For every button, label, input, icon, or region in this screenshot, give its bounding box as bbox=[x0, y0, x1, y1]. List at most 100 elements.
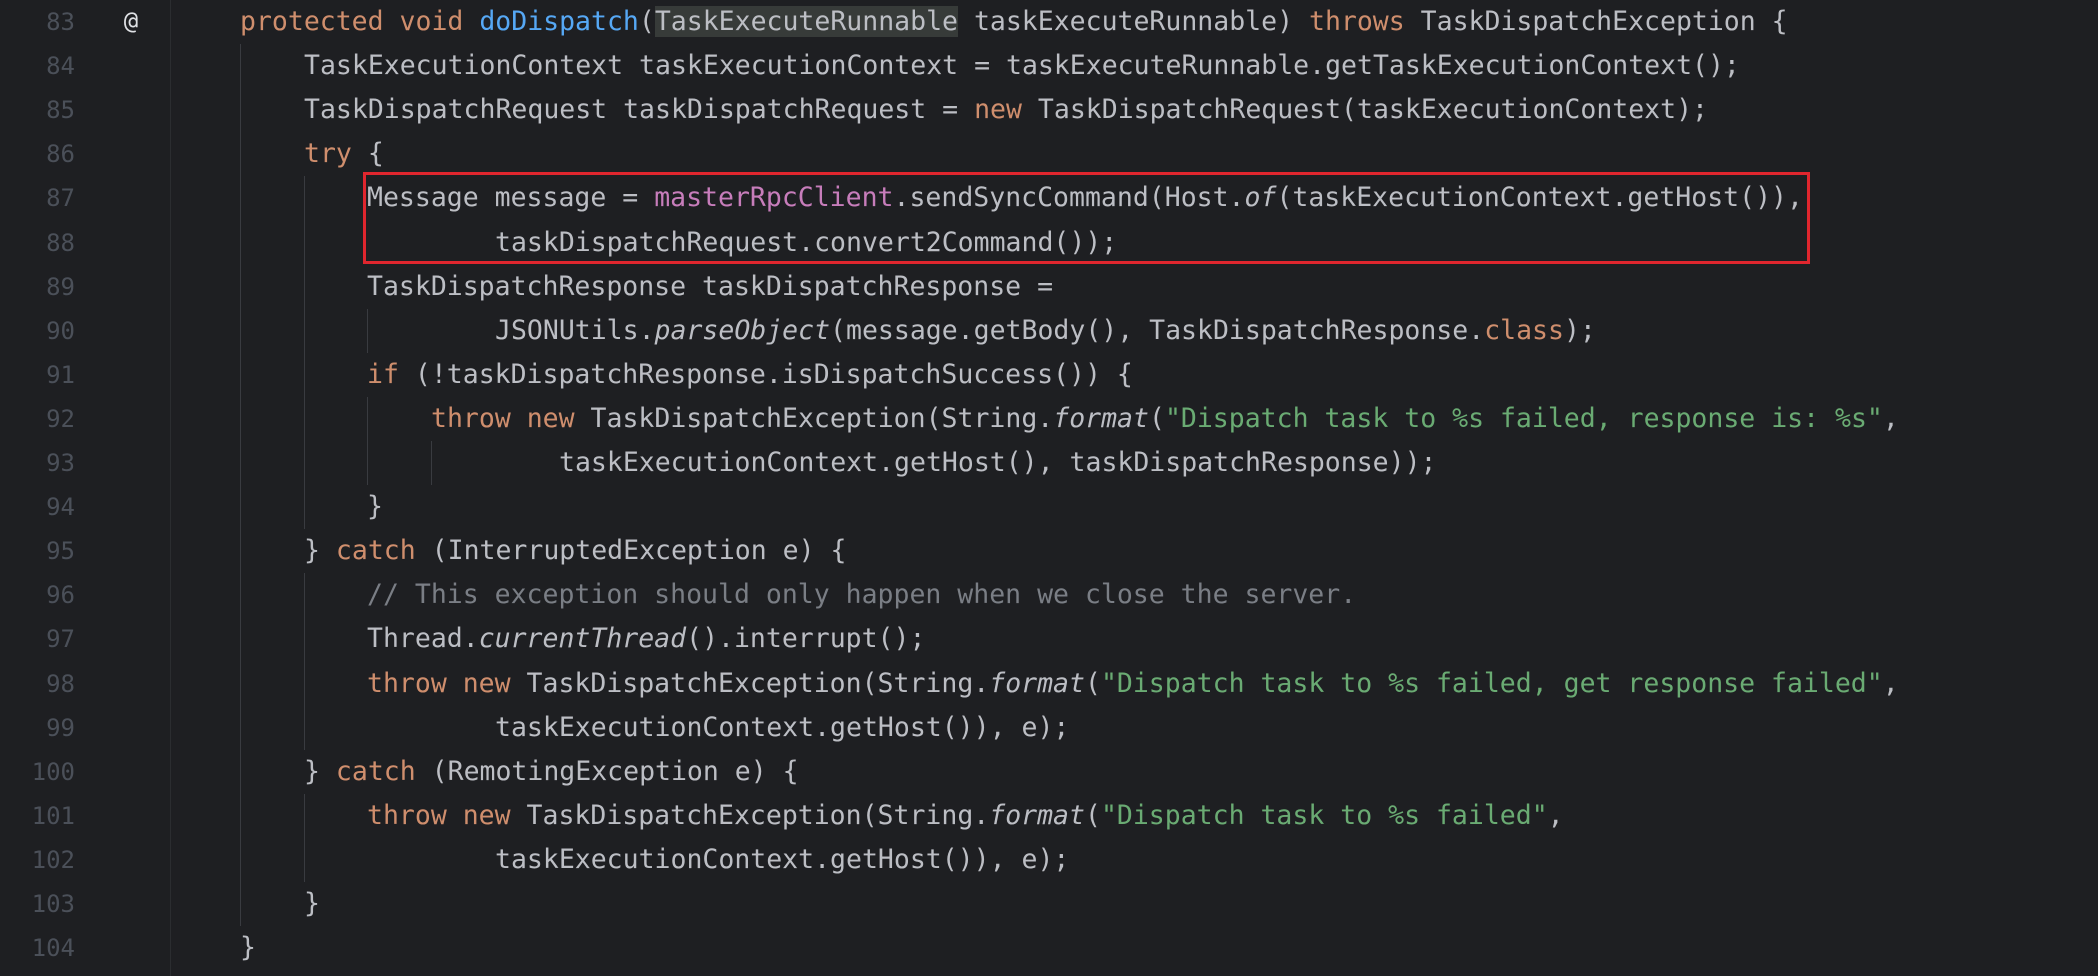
code-token: catch bbox=[335, 755, 432, 787]
code-token: TaskDispatchException(String. bbox=[590, 402, 1054, 434]
code-line[interactable]: throw new TaskDispatchException(String.f… bbox=[367, 662, 1899, 706]
code-token: taskExecutionContext.getHost()), e); bbox=[495, 711, 1070, 743]
code-token: class bbox=[1484, 314, 1564, 346]
code-token: } bbox=[367, 491, 383, 523]
code-token: format bbox=[989, 667, 1085, 699]
code-token: doDispatch bbox=[479, 6, 639, 37]
code-line[interactable]: } catch (RemotingException e) { bbox=[304, 750, 799, 794]
code-token: format bbox=[989, 799, 1085, 831]
indent-guide-line bbox=[304, 573, 305, 750]
code-line[interactable]: throw new TaskDispatchException(String.f… bbox=[367, 794, 1564, 838]
code-line[interactable]: TaskDispatchResponse taskDispatchRespons… bbox=[367, 265, 1053, 309]
code-line[interactable]: taskExecutionContext.getHost()), e); bbox=[495, 838, 1069, 882]
code-line[interactable]: if (!taskDispatchResponse.isDispatchSucc… bbox=[367, 353, 1133, 397]
line-number[interactable]: 103 bbox=[0, 882, 75, 926]
code-token: throw new bbox=[431, 402, 591, 434]
code-token: // This exception should only happen whe… bbox=[367, 579, 1357, 611]
code-token: } bbox=[304, 755, 336, 787]
line-number[interactable]: 104 bbox=[0, 926, 75, 970]
code-token: TaskDispatchException(String. bbox=[526, 667, 990, 699]
code-line[interactable]: } bbox=[367, 485, 383, 529]
code-token: { bbox=[367, 138, 384, 170]
code-token: taskExecutionContext.getHost(), taskDisp… bbox=[559, 447, 1437, 478]
code-line[interactable]: throw new TaskDispatchException(String.f… bbox=[431, 397, 1899, 441]
line-number[interactable]: 101 bbox=[0, 794, 75, 838]
line-number[interactable]: 89 bbox=[0, 265, 75, 309]
code-token: "Dispatch task to %s failed" bbox=[1100, 799, 1548, 831]
code-token: protected void bbox=[240, 6, 480, 37]
code-token: TaskDispatchRequest taskDispatchRequest … bbox=[304, 94, 975, 126]
line-number[interactable]: 83 bbox=[0, 0, 75, 44]
code-token: "Dispatch task to %s failed, response is… bbox=[1164, 402, 1883, 434]
line-number[interactable]: 96 bbox=[0, 573, 75, 617]
line-number[interactable]: 85 bbox=[0, 88, 75, 132]
code-token: } bbox=[240, 932, 256, 964]
code-token: TaskExecuteRunnable bbox=[654, 6, 958, 37]
line-number[interactable]: 97 bbox=[0, 617, 75, 661]
code-token: TaskDispatchException { bbox=[1420, 6, 1788, 37]
code-token: throw new bbox=[367, 667, 527, 699]
code-line[interactable]: } bbox=[240, 926, 256, 970]
line-number[interactable]: 94 bbox=[0, 485, 75, 529]
code-token: format bbox=[1053, 402, 1149, 434]
code-line[interactable]: TaskExecutionContext taskExecutionContex… bbox=[304, 44, 1740, 88]
code-line[interactable]: } catch (InterruptedException e) { bbox=[304, 529, 846, 573]
highlight-annotation-box bbox=[363, 172, 1810, 264]
code-token: ().interrupt(); bbox=[686, 623, 926, 655]
line-number[interactable]: 84 bbox=[0, 44, 75, 88]
code-line[interactable]: JSONUtils.parseObject(message.getBody(),… bbox=[495, 309, 1596, 353]
line-number[interactable]: 87 bbox=[0, 176, 75, 220]
code-line[interactable]: taskExecutionContext.getHost(), taskDisp… bbox=[559, 441, 1437, 485]
code-line[interactable]: Thread.currentThread().interrupt(); bbox=[367, 617, 925, 661]
line-number[interactable]: 102 bbox=[0, 838, 75, 882]
line-number[interactable]: 88 bbox=[0, 221, 75, 265]
line-number[interactable]: 100 bbox=[0, 750, 75, 794]
code-editor[interactable]: 83 @84 85 86 87 88 89 90 91 92 93 94 95 96 97 98 99 100 10… bbox=[0, 0, 2098, 976]
indent-guide-line bbox=[431, 441, 432, 486]
code-token: TaskDispatchRequest(taskExecutionContext… bbox=[1037, 94, 1709, 126]
indent-guide-line bbox=[304, 793, 305, 882]
code-token: catch bbox=[335, 535, 432, 567]
code-token: try bbox=[304, 138, 368, 170]
code-token: ( bbox=[1084, 667, 1101, 699]
indent-guide-line bbox=[240, 44, 241, 927]
code-line[interactable]: taskExecutionContext.getHost()), e); bbox=[495, 706, 1069, 750]
code-token: JSONUtils. bbox=[495, 314, 655, 346]
line-number[interactable]: 95 bbox=[0, 529, 75, 573]
code-token: } bbox=[304, 888, 320, 919]
code-token: ( bbox=[1084, 799, 1101, 831]
code-token: ( bbox=[1148, 402, 1165, 434]
code-line[interactable]: } bbox=[304, 882, 320, 926]
line-number[interactable]: 98 bbox=[0, 662, 75, 706]
code-token: new bbox=[974, 94, 1038, 126]
implements-override-icon[interactable]: @ bbox=[118, 0, 144, 44]
code-token: throws bbox=[1308, 6, 1421, 37]
line-number[interactable]: 99 bbox=[0, 706, 75, 750]
line-number[interactable]: 91 bbox=[0, 353, 75, 397]
code-token: TaskDispatchResponse taskDispatchRespons… bbox=[367, 270, 1054, 302]
indent-guide-line bbox=[304, 176, 305, 530]
code-token: parseObject bbox=[654, 314, 831, 346]
code-token: ); bbox=[1563, 314, 1596, 346]
code-token: } bbox=[304, 535, 336, 567]
code-token: if bbox=[367, 358, 415, 390]
code-line[interactable]: // This exception should only happen whe… bbox=[367, 573, 1356, 617]
line-number[interactable]: 86 bbox=[0, 132, 75, 176]
code-token: TaskDispatchException(String. bbox=[526, 799, 990, 831]
indent-guide-line bbox=[367, 396, 368, 486]
code-line[interactable]: TaskDispatchRequest taskDispatchRequest … bbox=[304, 88, 1708, 132]
line-number-gutter[interactable]: 83 @84 85 86 87 88 89 90 91 92 93 94 95 96 97 98 99 100 10… bbox=[0, 0, 171, 976]
code-token: (message.getBody(), TaskDispatchResponse… bbox=[830, 314, 1485, 346]
code-token: (!taskDispatchResponse.isDispatchSuccess… bbox=[414, 358, 1133, 390]
code-line[interactable]: try { bbox=[304, 132, 384, 176]
code-token: throw new bbox=[367, 799, 527, 831]
code-token: , bbox=[1882, 402, 1899, 434]
code-token: TaskExecutionContext taskExecutionContex… bbox=[304, 50, 1740, 82]
code-line[interactable]: protected void doDispatch(TaskExecuteRun… bbox=[240, 0, 1788, 44]
code-token: taskExecutionContext.getHost()), e); bbox=[495, 843, 1070, 875]
line-number[interactable]: 90 bbox=[0, 309, 75, 353]
code-token: Thread. bbox=[367, 623, 479, 655]
line-number[interactable]: 92 bbox=[0, 397, 75, 441]
code-token: (InterruptedException e) { bbox=[431, 535, 847, 567]
line-number[interactable]: 93 bbox=[0, 441, 75, 485]
